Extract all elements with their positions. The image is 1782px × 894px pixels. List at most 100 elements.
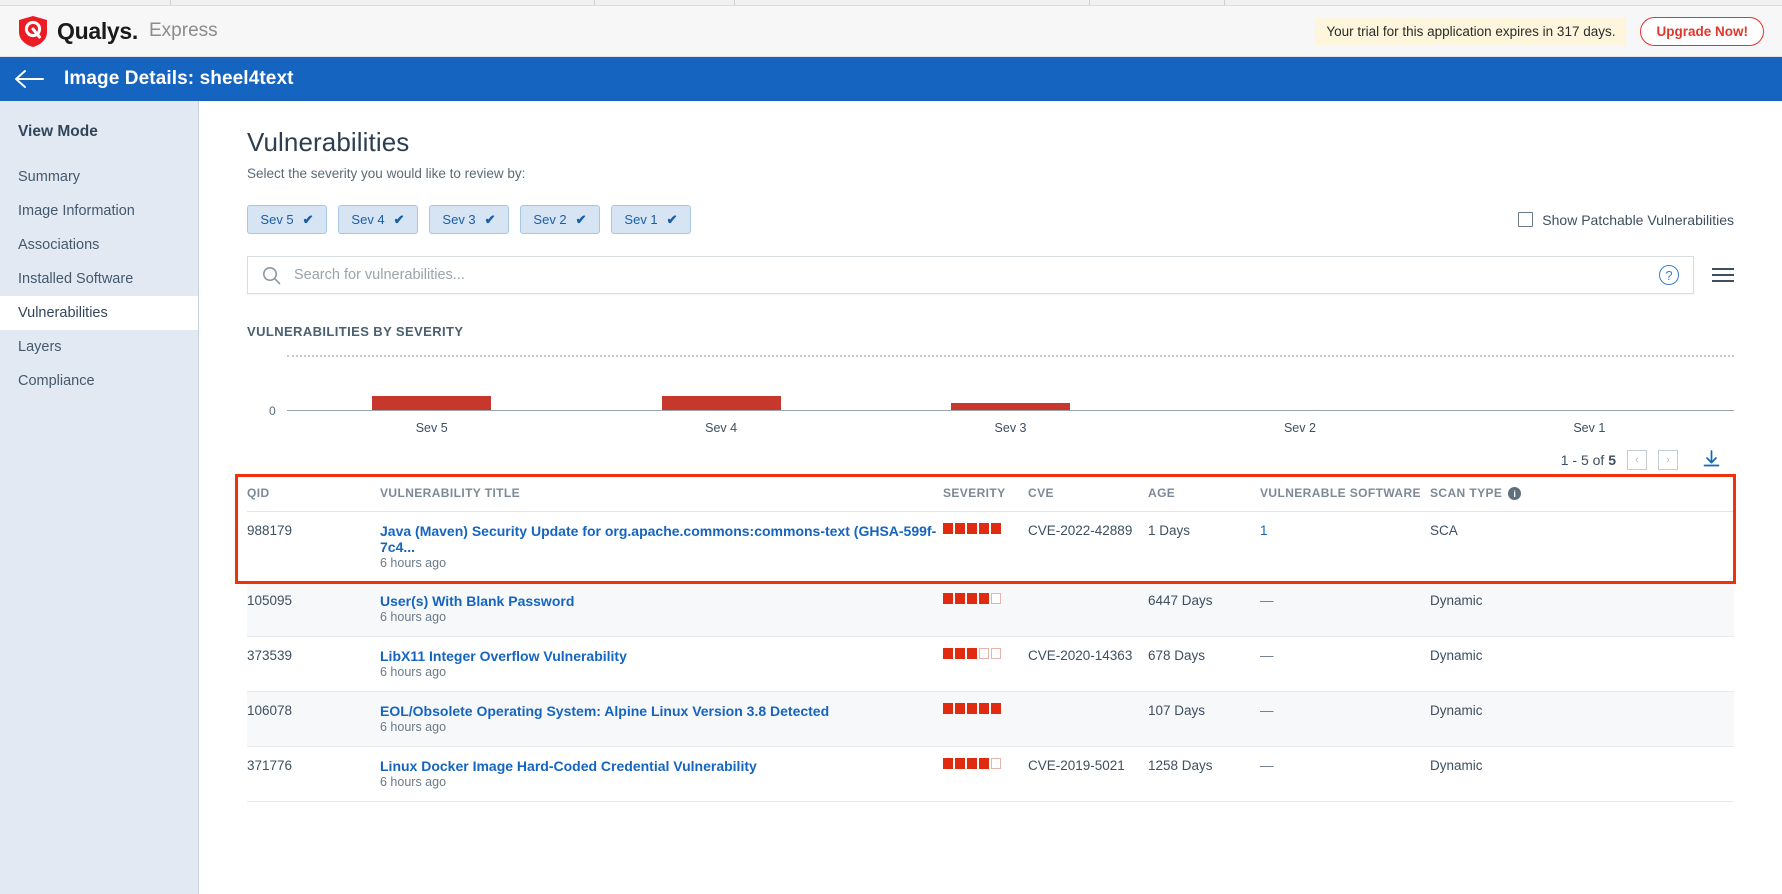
vulnerability-title-link[interactable]: User(s) With Blank Password (380, 593, 943, 609)
pagination-prev-button[interactable]: ‹ (1627, 449, 1647, 470)
table-row[interactable]: 106078 EOL/Obsolete Operating System: Al… (247, 691, 1734, 748)
trial-message: Your trial for this application expires … (1315, 17, 1627, 45)
vulnerabilities-table: QID VULNERABILITY TITLE SEVERITY CVE AGE… (247, 476, 1734, 803)
table-row[interactable]: 373539 LibX11 Integer Overflow Vulnerabi… (247, 636, 1734, 693)
cell-age: 107 Days (1148, 691, 1260, 748)
sidebar-item-layers[interactable]: Layers (0, 330, 198, 364)
table-header-row: QID VULNERABILITY TITLE SEVERITY CVE AGE… (247, 476, 1734, 513)
column-header-qid[interactable]: QID (247, 476, 380, 513)
column-header-cve[interactable]: CVE (1028, 476, 1148, 513)
cell-scan-type: Dynamic (1430, 746, 1734, 803)
chart-axis-line (287, 410, 1734, 411)
sidebar-item-image-information[interactable]: Image Information (0, 194, 198, 228)
search-row: ? (247, 256, 1734, 294)
cell-severity (943, 746, 1028, 803)
help-circle-icon[interactable]: ? (1659, 265, 1679, 285)
severity-filter-sev3[interactable]: Sev 3 ✔ (429, 205, 509, 234)
column-header-severity[interactable]: SEVERITY (943, 476, 1028, 513)
vulnerability-title-link[interactable]: Java (Maven) Security Update for org.apa… (380, 523, 943, 555)
pagination-next-button[interactable]: › (1658, 449, 1678, 470)
pagination-range: 1 - 5 of 5 (1561, 452, 1616, 468)
cell-detected-time: 6 hours ago (380, 610, 447, 625)
chart-x-labels: Sev 5 Sev 4 Sev 3 Sev 2 Sev 1 (287, 421, 1734, 435)
chart-bars (287, 355, 1734, 410)
check-icon: ✔ (575, 212, 587, 227)
sidebar-item-summary[interactable]: Summary (0, 160, 198, 194)
cell-detected-time: 6 hours ago (380, 775, 447, 790)
cell-age: 1 Days (1148, 523, 1191, 539)
chart-bar-slot-sev3 (866, 355, 1155, 410)
chart-bar-slot-sev2 (1155, 355, 1444, 410)
sidebar-item-installed-software[interactable]: Installed Software (0, 262, 198, 296)
vulnerability-title-link[interactable]: LibX11 Integer Overflow Vulnerability (380, 648, 943, 664)
search-bar[interactable]: ? (247, 256, 1694, 294)
chart-title: VULNERABILITIES BY SEVERITY (247, 324, 464, 339)
severity-filter-sev5[interactable]: Sev 5 ✔ (247, 205, 327, 234)
table-row[interactable]: 988179 Java (Maven) Security Update for … (247, 512, 1734, 583)
severity-meter (943, 593, 1028, 605)
severity-filter-sev4[interactable]: Sev 4 ✔ (338, 205, 418, 234)
table-row[interactable]: 371776 Linux Docker Image Hard-Coded Cre… (247, 746, 1734, 803)
check-icon: ✔ (666, 212, 678, 227)
severity-filter-sev1[interactable]: Sev 1 ✔ (611, 205, 691, 234)
hamburger-menu-icon[interactable] (1712, 268, 1734, 282)
tab-strip-segment (171, 0, 595, 5)
cell-title: Linux Docker Image Hard-Coded Credential… (380, 746, 943, 803)
sidebar-item-associations[interactable]: Associations (0, 228, 198, 262)
column-header-title[interactable]: VULNERABILITY TITLE (380, 476, 943, 513)
upgrade-now-button[interactable]: Upgrade Now! (1640, 16, 1764, 46)
chart-xtick-sev4: Sev 4 (705, 421, 738, 435)
vulnerability-title-link[interactable]: Linux Docker Image Hard-Coded Credential… (380, 758, 943, 774)
column-header-vulnerable-software[interactable]: VULNERABLE SOFTWARE (1260, 476, 1430, 513)
check-icon: ✔ (302, 212, 314, 227)
cell-detected-time: 6 hours ago (380, 556, 447, 571)
cell-scan-type: Dynamic (1430, 582, 1734, 638)
cell-cve: CVE-2020-14363 (1028, 636, 1148, 693)
back-arrow-icon[interactable] (14, 68, 44, 90)
column-header-age[interactable]: AGE (1148, 476, 1260, 513)
download-icon[interactable] (1701, 449, 1722, 470)
show-patchable-toggle[interactable]: Show Patchable Vulnerabilities (1518, 212, 1734, 228)
cell-vulnerable-software[interactable]: 1 (1260, 512, 1430, 583)
table-row[interactable]: 105095 User(s) With Blank Password 6 hou… (247, 582, 1734, 638)
chart-ytick-0: 0 (269, 404, 276, 418)
severity-filter-label: Sev 5 (260, 212, 294, 227)
page-header: Image Details: sheel4text (0, 57, 1782, 101)
cell-scan-type: Dynamic (1430, 636, 1734, 693)
cell-severity (943, 636, 1028, 693)
cell-age: 678 Days (1148, 636, 1260, 693)
qualys-logo[interactable]: Qualys. Express (18, 15, 218, 48)
cell-cve (1028, 582, 1148, 638)
cell-qid: 373539 (247, 636, 380, 693)
cell-vulnerable-software: — (1260, 636, 1430, 693)
search-input[interactable] (294, 267, 1646, 283)
cell-vulnerable-software: — (1260, 691, 1430, 748)
sidebar-item-compliance[interactable]: Compliance (0, 364, 198, 398)
chart-xtick-sev1: Sev 1 (1573, 421, 1606, 435)
cell-severity (943, 691, 1028, 748)
brand-bar: Qualys. Express Your trial for this appl… (0, 6, 1782, 57)
main-content: Vulnerabilities Select the severity you … (199, 101, 1782, 894)
search-icon (263, 266, 281, 284)
vulnerability-title-link[interactable]: EOL/Obsolete Operating System: Alpine Li… (380, 703, 943, 719)
pagination-range-prefix: 1 - 5 of (1560, 451, 1609, 468)
checkbox-icon[interactable] (1518, 212, 1534, 227)
column-header-scan-type[interactable]: SCAN TYPE i (1430, 476, 1734, 513)
table-head: QID VULNERABILITY TITLE SEVERITY CVE AGE… (247, 476, 1734, 513)
brand-edition: Express (149, 20, 218, 41)
column-header-scan-type-label: SCAN TYPE (1430, 486, 1503, 500)
chart-bar-slot-sev1 (1445, 355, 1734, 410)
tab-strip-segment (0, 0, 171, 5)
cell-qid: 371776 (247, 746, 380, 803)
info-icon[interactable]: i (1508, 487, 1522, 501)
sidebar-item-vulnerabilities[interactable]: Vulnerabilities (0, 296, 198, 330)
tab-strip-segment (595, 0, 735, 5)
cell-vulnerable-software: — (1260, 746, 1430, 803)
sidebar-title: View Mode (18, 123, 98, 140)
cell-title: EOL/Obsolete Operating System: Alpine Li… (380, 691, 943, 748)
severity-filter-sev2[interactable]: Sev 2 ✔ (520, 205, 600, 234)
severity-filter-label: Sev 2 (533, 212, 567, 227)
severity-meter (943, 703, 1028, 715)
tab-strip-segment (1090, 0, 1225, 5)
table-body: 988179 Java (Maven) Security Update for … (247, 512, 1734, 803)
